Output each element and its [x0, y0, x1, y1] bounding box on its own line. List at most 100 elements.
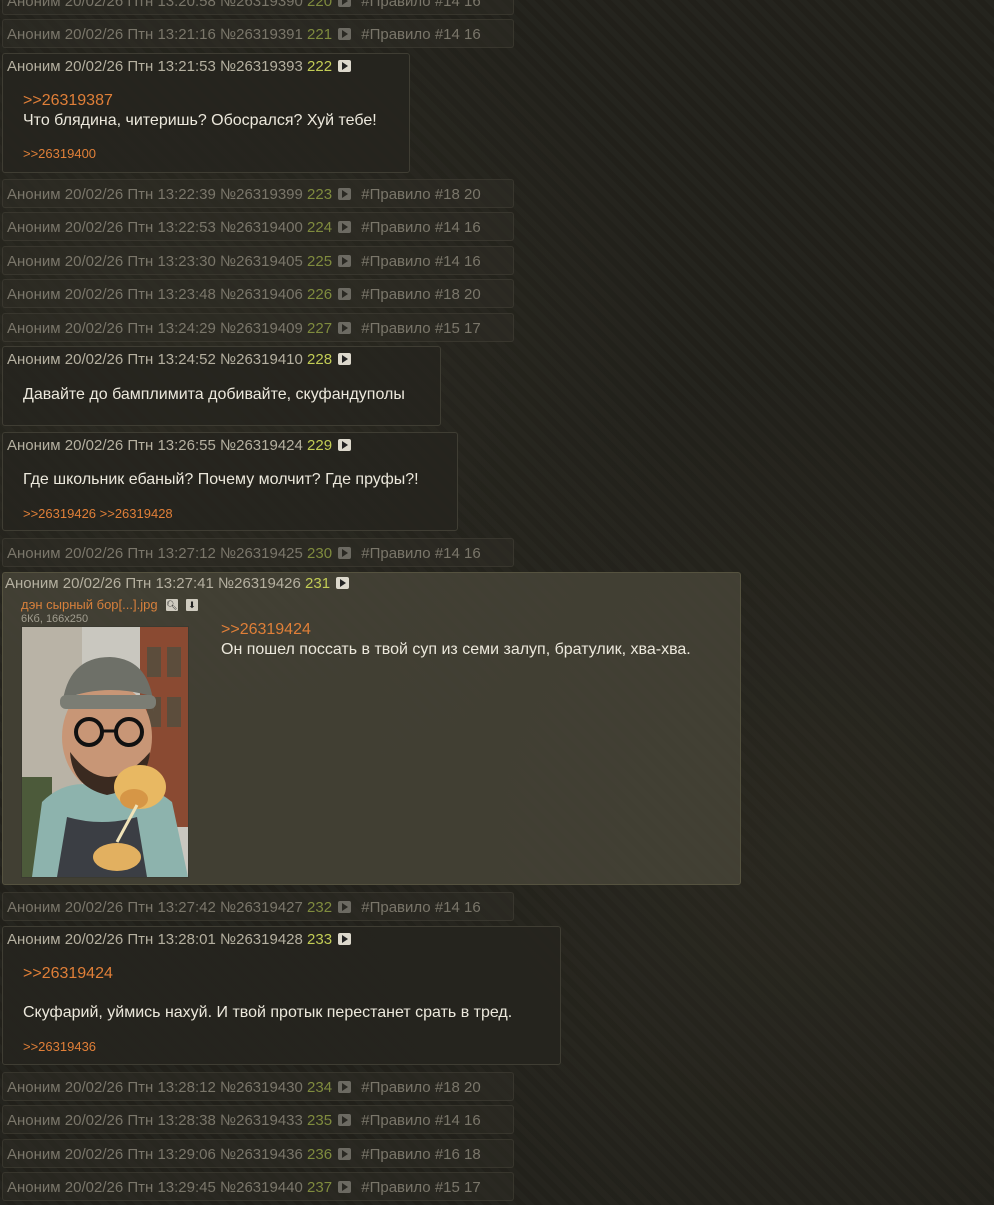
quote-link[interactable]: >>26319387	[23, 92, 113, 110]
post-author: Аноним	[7, 186, 61, 203]
post-author: Аноним	[7, 26, 61, 43]
hidden-post-row[interactable]: Аноним 20/02/26 Птн 13:27:12 №26319425 2…	[2, 538, 514, 567]
expand-icon[interactable]	[338, 1080, 352, 1093]
post-number[interactable]: №26319433	[220, 1112, 303, 1129]
photo-image	[22, 627, 188, 877]
post-index: 227	[307, 320, 333, 337]
post-author: Аноним	[7, 437, 61, 454]
hidden-post-row[interactable]: Аноним 20/02/26 Птн 13:24:29 №26319409 2…	[2, 313, 514, 342]
post-replies[interactable]: >>26319400	[23, 146, 96, 161]
hidden-post-row[interactable]: Аноним 20/02/26 Птн 13:23:30 №26319405 2…	[2, 246, 514, 275]
post-number[interactable]: №26319430	[220, 1079, 303, 1096]
post-index: 221	[307, 26, 333, 43]
post-index: 222	[307, 58, 333, 75]
post-index: 235	[307, 1112, 333, 1129]
post-text: Давайте до бамплимита добивайте, скуфанд…	[23, 386, 405, 403]
expand-icon[interactable]	[338, 546, 352, 559]
post-replies[interactable]: >>26319436	[23, 1039, 96, 1054]
post-index: 225	[307, 253, 333, 270]
hidden-post-row[interactable]: Аноним 20/02/26 Птн 13:29:06 №26319436 2…	[2, 1139, 514, 1168]
hide-reason: #Правило #15 17	[361, 320, 481, 337]
post-author: Аноним	[7, 253, 61, 270]
post-number[interactable]: №26319436	[220, 1146, 303, 1163]
quote-link[interactable]: >>26319424	[221, 621, 311, 639]
post-number[interactable]: №26319405	[220, 253, 303, 270]
post-number[interactable]: №26319391	[220, 26, 303, 43]
post-menu-icon[interactable]	[338, 932, 352, 945]
hide-reason: #Правило #18 20	[361, 186, 481, 203]
hide-reason: #Правило #15 17	[361, 1179, 481, 1196]
post-number[interactable]: №26319406	[220, 286, 303, 303]
hide-reason: #Правило #14 16	[361, 219, 481, 236]
hide-reason: #Правило #16 18	[361, 1146, 481, 1163]
post-image-thumbnail[interactable]	[21, 626, 189, 878]
post-number[interactable]: №26319425	[220, 545, 303, 562]
post-menu-icon[interactable]	[338, 438, 352, 451]
post-author: Аноним	[7, 1079, 61, 1096]
hidden-post-row[interactable]: Аноним 20/02/26 Птн 13:23:48 №26319406 2…	[2, 279, 514, 308]
post-date: 20/02/26 Птн 13:29:06	[64, 1146, 216, 1163]
post-number[interactable]: №26319410	[220, 351, 303, 368]
hide-reason: #Правило #14 16	[361, 545, 481, 562]
post-text: Что блядина, читеришь? Обосрался? Хуй те…	[23, 112, 377, 129]
hidden-post-row[interactable]: Аноним 20/02/26 Птн 13:29:45 №26319440 2…	[2, 1172, 514, 1201]
post-date: 20/02/26 Птн 13:23:48	[64, 286, 216, 303]
post-menu-icon[interactable]	[338, 352, 352, 365]
expand-icon[interactable]	[338, 27, 352, 40]
post-number[interactable]: №26319409	[220, 320, 303, 337]
post-number[interactable]: №26319424	[220, 437, 303, 454]
post-index: 220	[307, 0, 333, 10]
download-icon[interactable]: ⬇︎	[185, 599, 198, 612]
hidden-post-row[interactable]: Аноним 20/02/26 Птн 13:28:12 №26319430 2…	[2, 1072, 514, 1101]
post-index: 237	[307, 1179, 333, 1196]
expand-icon[interactable]	[338, 321, 352, 334]
post-author: Аноним	[7, 351, 61, 368]
hide-reason: #Правило #14 16	[361, 1112, 481, 1129]
hidden-post-row[interactable]: Аноним 20/02/26 Птн 13:27:42 №26319427 2…	[2, 892, 514, 921]
search-image-icon[interactable]: 🔍︎	[165, 599, 178, 612]
quote-link[interactable]: >>26319424	[23, 965, 113, 983]
post-menu-icon[interactable]	[336, 576, 350, 589]
post-index: 224	[307, 219, 333, 236]
post-number[interactable]: №26319426	[218, 575, 301, 592]
file-meta: 6Кб, 166x250	[21, 613, 89, 625]
post-replies[interactable]: >>26319426 >>26319428	[23, 506, 173, 521]
post-menu-icon[interactable]	[338, 59, 352, 72]
expand-icon[interactable]	[338, 1147, 352, 1160]
expand-icon[interactable]	[338, 900, 352, 913]
expand-icon[interactable]	[338, 0, 352, 7]
post-index: 231	[305, 575, 331, 592]
post-number[interactable]: №26319400	[220, 219, 303, 236]
post-number[interactable]: №26319428	[220, 931, 303, 948]
post-date: 20/02/26 Птн 13:23:30	[64, 253, 216, 270]
post-number[interactable]: №26319399	[220, 186, 303, 203]
post-date: 20/02/26 Птн 13:21:16	[64, 26, 216, 43]
hide-reason: #Правило #14 16	[361, 899, 481, 916]
expand-icon[interactable]	[338, 220, 352, 233]
post-number[interactable]: №26319390	[220, 0, 303, 10]
post-date: 20/02/26 Птн 13:27:41	[62, 575, 214, 592]
post-date: 20/02/26 Птн 13:21:53	[64, 58, 216, 75]
file-name-link[interactable]: дэн сырный бор[...].jpg	[21, 597, 158, 612]
expand-icon[interactable]	[338, 1180, 352, 1193]
hidden-post-row[interactable]: Аноним 20/02/26 Птн 13:28:38 №26319433 2…	[2, 1105, 514, 1134]
expand-icon[interactable]	[338, 187, 352, 200]
post-date: 20/02/26 Птн 13:28:01	[64, 931, 216, 948]
post-index: 226	[307, 286, 333, 303]
post-index: 233	[307, 931, 333, 948]
expand-icon[interactable]	[338, 1113, 352, 1126]
hidden-post-row[interactable]: Аноним 20/02/26 Птн 13:20:58 №26319390 2…	[2, 0, 514, 15]
post-text: Скуфарий, уймись нахуй. И твой протык пе…	[23, 1004, 513, 1021]
post-number[interactable]: №26319427	[220, 899, 303, 916]
post-index: 234	[307, 1079, 333, 1096]
hidden-post-row[interactable]: Аноним 20/02/26 Птн 13:22:53 №26319400 2…	[2, 212, 514, 241]
expand-icon[interactable]	[338, 287, 352, 300]
post-date: 20/02/26 Птн 13:24:29	[64, 320, 216, 337]
hidden-post-row[interactable]: Аноним 20/02/26 Птн 13:21:16 №26319391 2…	[2, 19, 514, 48]
post-author: Аноним	[7, 58, 61, 75]
post: Аноним 20/02/26 Птн 13:21:53 №26319393 2…	[2, 53, 410, 173]
post-number[interactable]: №26319440	[220, 1179, 303, 1196]
hidden-post-row[interactable]: Аноним 20/02/26 Птн 13:22:39 №26319399 2…	[2, 179, 514, 208]
expand-icon[interactable]	[338, 254, 352, 267]
post-number[interactable]: №26319393	[220, 58, 303, 75]
